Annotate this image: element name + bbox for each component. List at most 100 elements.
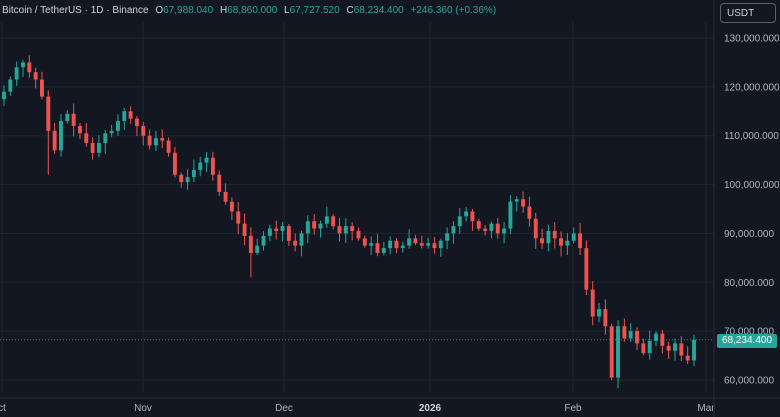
candle-body [438, 240, 443, 249]
y-tick-label: 60,000.000 [724, 376, 774, 387]
candle-body [400, 245, 405, 249]
candle-body [286, 226, 291, 241]
candle-body [248, 235, 253, 253]
candle-body [394, 240, 399, 249]
candle-body [647, 340, 652, 354]
candle-body [65, 113, 70, 122]
candle-body [628, 331, 633, 339]
candlestick-chart[interactable]: 130,000.000 120,000.000 110,000.000 100,000… [0, 0, 780, 417]
low-value: 67,727.520 [289, 5, 340, 16]
candle-body [552, 230, 557, 239]
x-tick-label: 2026 [419, 403, 442, 414]
candle-body [160, 138, 165, 141]
candle-body [8, 79, 13, 92]
candle-body [134, 118, 139, 126]
open-label: O [155, 5, 164, 16]
symbol-title: Bitcoin / TetherUS · 1D · Binance [2, 5, 149, 16]
y-tick-label: 120,000.000 [724, 82, 780, 93]
candle-body [622, 326, 627, 339]
candle-body [546, 230, 551, 244]
candle-body [318, 223, 323, 229]
candle-body [343, 226, 348, 234]
candle-body [451, 226, 456, 234]
candle-body [293, 240, 298, 246]
candle-body [84, 133, 89, 144]
candle-body [46, 96, 51, 131]
candle-body [369, 243, 374, 246]
candle-body [128, 111, 133, 119]
candle-body [597, 309, 602, 317]
candle-body [603, 309, 608, 327]
close-value: 68,234.400 [353, 5, 404, 16]
candle-body [40, 79, 44, 97]
candle-body [559, 238, 564, 246]
currency-button[interactable]: USDT [720, 3, 776, 23]
candle-body [565, 240, 570, 246]
candle-body [274, 228, 279, 231]
candle-body [179, 174, 184, 183]
candle-body [432, 243, 437, 249]
candle-body [204, 157, 209, 163]
candle-body [52, 130, 57, 151]
candle-body [217, 174, 222, 192]
x-tick-label: Nov [134, 403, 152, 414]
candle-body [616, 326, 620, 378]
y-tick-label: 100,000.000 [724, 180, 780, 191]
candle-body [115, 121, 120, 131]
candle-body [242, 223, 247, 236]
candle-body [489, 223, 494, 231]
candle-body [514, 199, 519, 202]
candle-body [122, 111, 127, 122]
candle-body [609, 326, 614, 378]
candle-body [299, 233, 304, 246]
candle-body [312, 221, 317, 229]
candle-body [27, 62, 32, 73]
candle-body [33, 72, 38, 80]
candle-body [267, 228, 272, 236]
candle-body [153, 138, 158, 146]
chart-area[interactable]: 130,000.000 120,000.000 110,000.000 100,000… [0, 0, 780, 417]
candle-body [356, 230, 361, 239]
last-price-tag: 68,234.400 [717, 334, 777, 348]
x-tick-label: Mar [697, 403, 715, 414]
candle-body [521, 199, 526, 207]
candle-body [198, 162, 203, 170]
candle-body [495, 223, 500, 234]
candle-body [172, 152, 177, 175]
candle-body [508, 201, 513, 229]
candle-body [210, 157, 215, 175]
candle-body [540, 238, 545, 244]
candle-body [666, 345, 671, 351]
candle-body [692, 339, 696, 361]
candle-body [419, 243, 424, 246]
candle-body [236, 211, 241, 224]
candle-body [679, 343, 684, 356]
candle-body [255, 245, 260, 253]
candle-body [413, 238, 418, 244]
candle-body [388, 240, 393, 249]
candle-body [407, 238, 412, 246]
candle-body [381, 248, 386, 253]
open-value: 67,988.040 [163, 5, 214, 16]
close-label: C [346, 5, 354, 16]
candle-body [673, 343, 677, 351]
candle-body [103, 133, 108, 144]
change-value: +246.360 (+0.36%) [410, 5, 497, 16]
y-tick-label: 90,000.000 [724, 229, 774, 240]
candle-body [571, 233, 576, 241]
candle-body [578, 233, 583, 249]
candle-body [483, 228, 488, 231]
candle-body [464, 211, 469, 217]
candle-body [191, 169, 196, 178]
candle-body [470, 211, 475, 222]
candle-body [375, 243, 380, 253]
candle-body [527, 206, 532, 219]
candle-body [635, 331, 639, 344]
candle-body [185, 177, 190, 183]
candle-body [641, 343, 646, 354]
candle-body [90, 143, 95, 153]
candle-body [71, 113, 76, 126]
y-tick-label: 130,000.000 [724, 34, 780, 45]
x-tick-label: Dec [275, 403, 293, 414]
candle-body [476, 221, 481, 229]
